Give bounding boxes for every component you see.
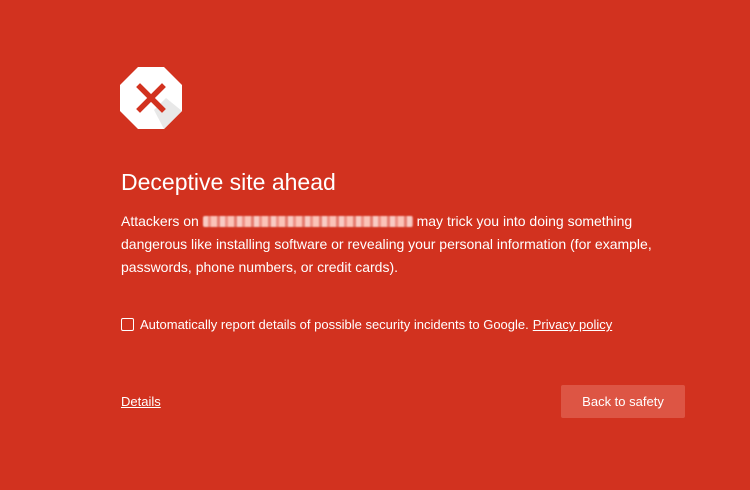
warning-message: Attackers on may trick you into doing so… bbox=[121, 210, 681, 279]
report-option: Automatically report details of possible… bbox=[121, 317, 612, 332]
report-checkbox[interactable] bbox=[121, 318, 134, 331]
message-prefix: Attackers on bbox=[121, 213, 199, 229]
details-link[interactable]: Details bbox=[121, 394, 161, 409]
back-to-safety-button[interactable]: Back to safety bbox=[561, 385, 685, 418]
page-title: Deceptive site ahead bbox=[121, 169, 336, 195]
privacy-policy-link[interactable]: Privacy policy bbox=[533, 317, 612, 332]
redacted-url bbox=[202, 216, 413, 227]
report-label: Automatically report details of possible… bbox=[140, 317, 529, 332]
danger-x-icon bbox=[120, 67, 182, 129]
